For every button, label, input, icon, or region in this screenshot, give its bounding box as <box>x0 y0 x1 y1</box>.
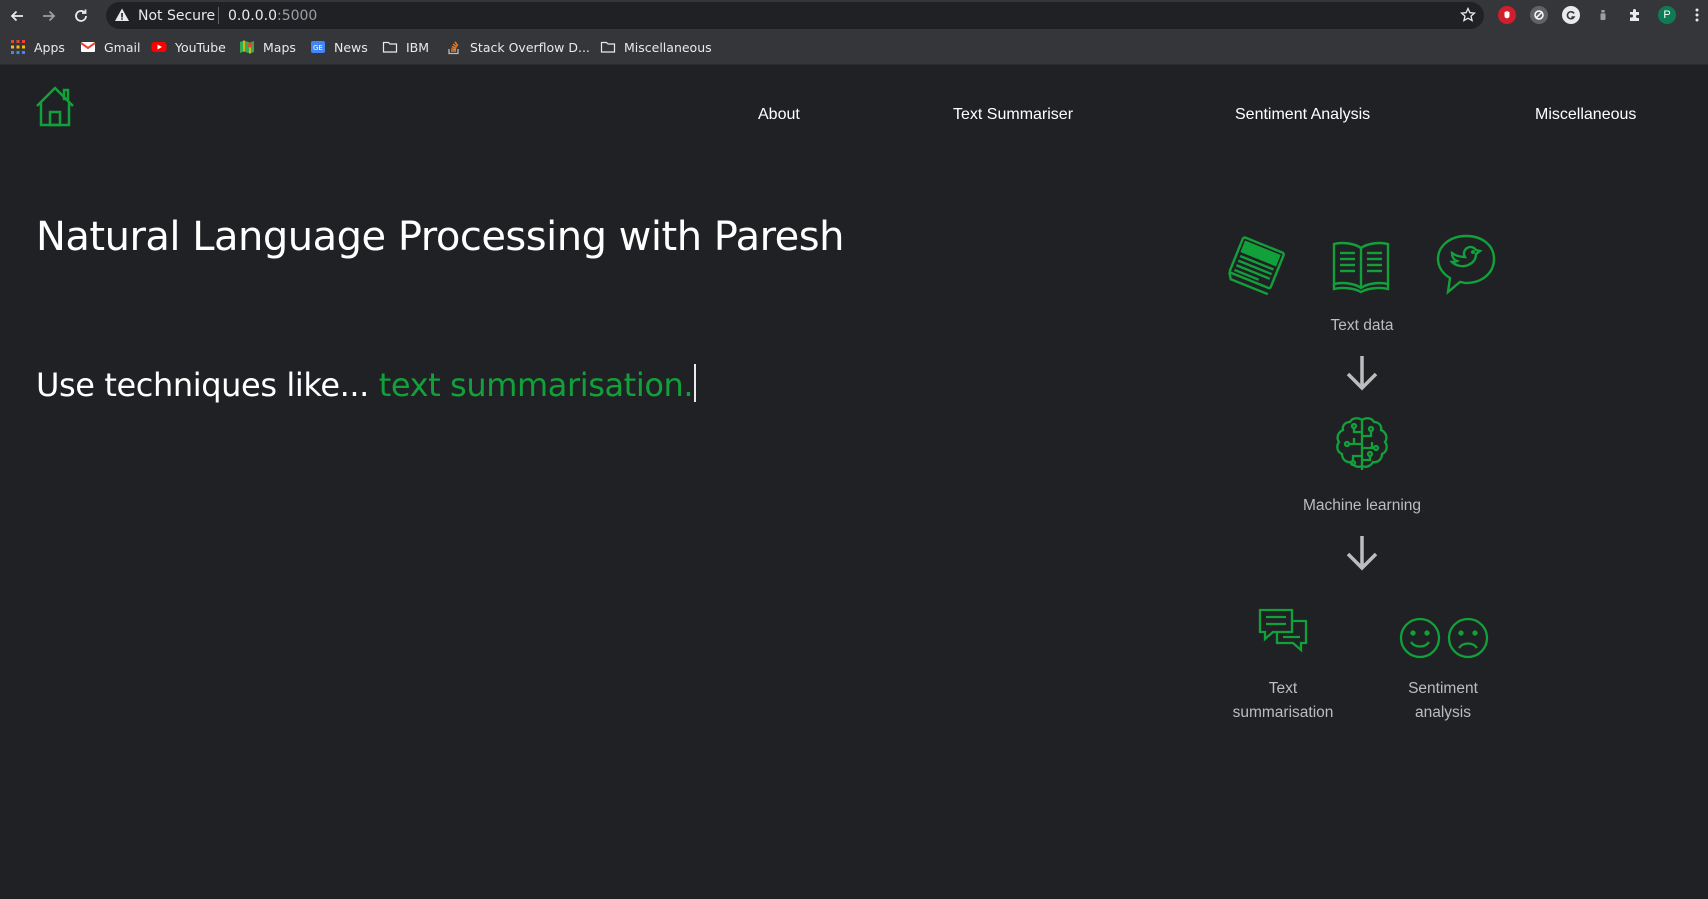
tool-extension-icon[interactable] <box>1594 6 1612 24</box>
bookmark-label: Maps <box>263 39 296 55</box>
bookmark-label: IBM <box>406 39 430 55</box>
profile-avatar[interactable]: P <box>1658 6 1676 24</box>
bookmark-label: News <box>334 39 368 55</box>
bookmark-label: Gmail <box>104 39 141 55</box>
brain-circuit-icon <box>1334 416 1390 474</box>
browser-toolbar: Not Secure 0.0.0.0:5000 P <box>0 0 1708 31</box>
text-data-label: Text data <box>1330 317 1394 334</box>
page-title: Natural Language Processing with Paresh <box>36 214 844 260</box>
down-arrow-icon <box>1346 536 1378 571</box>
warning-icon <box>115 8 129 21</box>
youtube-icon <box>151 39 167 55</box>
bookmarks-bar: Apps Gmail YouTube Maps GE News IBM Stac… <box>0 31 1708 65</box>
open-book-icon <box>1330 236 1392 294</box>
bookmark-label: Apps <box>34 39 65 55</box>
maps-icon <box>239 39 255 55</box>
bookmark-maps[interactable]: Maps <box>239 39 296 55</box>
grammarly-extension-icon[interactable] <box>1562 6 1580 24</box>
apps-grid-icon <box>10 39 26 55</box>
url-port: :5000 <box>276 8 318 24</box>
nav-link-text-summariser[interactable]: Text Summariser <box>953 106 1073 124</box>
bookmark-youtube[interactable]: YouTube <box>151 39 226 55</box>
back-button[interactable] <box>5 4 29 28</box>
news-icon: GE <box>310 39 326 55</box>
url-host: 0.0.0.0 <box>228 8 277 24</box>
folder-icon <box>600 39 616 55</box>
browser-menu-icon[interactable] <box>1688 6 1706 24</box>
reload-button[interactable] <box>69 4 93 28</box>
sentiment-analysis-label: Sentiment analysis <box>1363 677 1523 725</box>
bookmark-ibm[interactable]: IBM <box>382 39 429 55</box>
text-summarisation-label: Text summarisation <box>1203 677 1363 725</box>
sad-face-icon <box>1447 617 1489 659</box>
reload-icon <box>75 9 87 22</box>
bookmark-gmail[interactable]: Gmail <box>80 39 140 55</box>
label-line: Text <box>1268 680 1298 697</box>
back-arrow-icon <box>10 10 23 22</box>
nav-link-about[interactable]: About <box>758 106 800 124</box>
home-icon[interactable] <box>35 85 75 129</box>
nav-link-sentiment-analysis[interactable]: Sentiment Analysis <box>1235 106 1370 124</box>
folder-icon <box>382 39 398 55</box>
forward-arrow-icon <box>43 10 56 22</box>
bookmark-star-icon[interactable] <box>1460 7 1476 23</box>
tagline-typed-text: text summarisation. <box>378 366 694 404</box>
typing-cursor <box>694 364 696 402</box>
url-text[interactable]: 0.0.0.0:5000 <box>228 8 317 24</box>
label-line: Sentiment <box>1408 680 1478 697</box>
tagline-prefix: Use techniques like... <box>36 366 379 404</box>
bookmark-apps[interactable]: Apps <box>10 39 65 55</box>
bookmark-label: YouTube <box>175 39 226 55</box>
machine-learning-label: Machine learning <box>1302 497 1422 514</box>
chat-bubbles-icon <box>1257 607 1309 653</box>
adblock-extension-icon[interactable] <box>1498 6 1516 24</box>
bookmark-miscellaneous[interactable]: Miscellaneous <box>600 39 712 55</box>
newspaper-icon <box>1224 232 1290 298</box>
extensions-puzzle-icon[interactable] <box>1626 6 1644 24</box>
bookmark-stackoverflow[interactable]: Stack Overflow D... <box>446 39 590 55</box>
forward-button[interactable] <box>37 4 61 28</box>
label-line: summarisation <box>1232 704 1334 721</box>
gmail-icon <box>80 39 96 55</box>
privacy-extension-icon[interactable] <box>1530 6 1548 24</box>
security-label[interactable]: Not Secure <box>138 8 215 24</box>
bookmark-label: Miscellaneous <box>624 39 712 55</box>
bird-speech-bubble-icon <box>1434 232 1498 296</box>
bookmark-news[interactable]: GE News <box>310 39 368 55</box>
down-arrow-icon <box>1346 356 1378 391</box>
smiley-face-icon <box>1399 617 1441 659</box>
label-line: analysis <box>1415 704 1471 721</box>
svg-text:GE: GE <box>313 44 323 52</box>
address-bar[interactable]: Not Secure 0.0.0.0:5000 <box>106 2 1484 29</box>
nav-link-miscellaneous[interactable]: Miscellaneous <box>1535 106 1636 124</box>
address-divider <box>218 7 219 24</box>
tagline: Use techniques like... text summarisatio… <box>36 364 696 404</box>
stackoverflow-icon <box>446 39 462 55</box>
bookmark-label: Stack Overflow D... <box>470 39 590 55</box>
